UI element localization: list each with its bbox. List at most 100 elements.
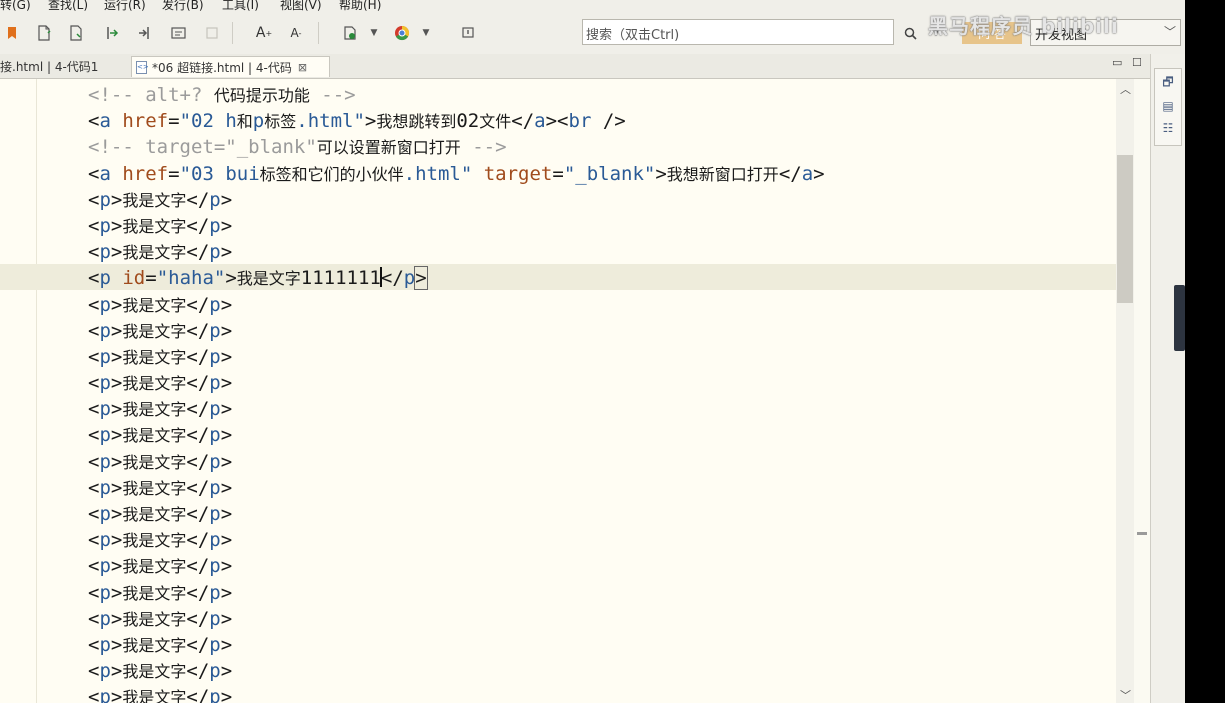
code-line[interactable]: <p>我是文字</p> xyxy=(88,658,825,684)
code-token: 我是文字 xyxy=(122,478,187,498)
code-token: > xyxy=(220,476,233,499)
code-token: < xyxy=(88,660,100,683)
code-token: > xyxy=(220,372,233,395)
menu-find[interactable]: 查找(L) xyxy=(48,0,88,13)
code-token: 我是文字 xyxy=(122,505,187,524)
code-line[interactable]: <p>我是文字</p> xyxy=(88,527,825,553)
window-edge-handle[interactable] xyxy=(1174,285,1185,351)
code-token: > xyxy=(220,581,233,604)
code-line[interactable]: <p id="haha">我是文字1111111</p> xyxy=(88,265,825,291)
chevron-down-icon[interactable]: ▼ xyxy=(364,23,384,43)
ruler-mark[interactable] xyxy=(1137,532,1147,535)
search-icon[interactable] xyxy=(900,23,920,43)
font-increase-icon[interactable]: A + xyxy=(254,23,274,43)
code-token: 文件 xyxy=(479,112,512,132)
bookmark-icon[interactable] xyxy=(2,23,22,43)
code-token: > xyxy=(110,241,123,264)
code-token: p xyxy=(209,372,221,395)
printer-icon[interactable]: ▤ xyxy=(1161,99,1175,113)
code-line[interactable]: <p>我是文字</p> xyxy=(88,292,825,318)
info-icon[interactable] xyxy=(458,23,478,43)
code-line[interactable]: <p>我是文字</p> xyxy=(88,449,825,475)
code-token: > xyxy=(110,319,123,342)
code-token: > xyxy=(110,503,123,525)
code-line[interactable]: <p>我是文字</p> xyxy=(88,501,825,527)
code-line[interactable]: <p>我是文字</p> xyxy=(88,422,825,448)
code-line[interactable]: <p>我是文字</p> xyxy=(88,475,825,501)
code-line[interactable]: <p>我是文字</p> xyxy=(88,606,825,632)
font-decrease-icon[interactable]: A- xyxy=(286,23,306,43)
code-token: p xyxy=(209,660,221,683)
code-line[interactable]: <p>我是文字</p> xyxy=(88,370,825,396)
scroll-up-icon[interactable]: ︿ xyxy=(1120,81,1131,97)
tab-inactive[interactable]: 接.html | 4-代码1 xyxy=(0,56,128,77)
code-token: > xyxy=(110,188,123,211)
code-token: p xyxy=(209,214,221,237)
code-token: </ xyxy=(186,345,210,368)
code-token: < xyxy=(88,319,100,342)
menu-tools[interactable]: 工具(I) xyxy=(222,0,259,13)
menu-view[interactable]: 视图(V) xyxy=(280,0,322,13)
code-line[interactable]: <p>我是文字</p> xyxy=(88,632,825,658)
vertical-scrollbar[interactable]: ︿ ﹀ xyxy=(1116,79,1134,703)
chevron-down-icon[interactable]: ▼ xyxy=(416,23,436,43)
code-token: p xyxy=(209,503,221,525)
right-side-panel: 🗗 ▤ ☷ xyxy=(1150,54,1185,703)
tab-active[interactable]: <> *06 超链接.html | 4-代码 ⊠ xyxy=(131,56,330,77)
search-input[interactable]: 搜索（双击Ctrl) xyxy=(582,19,894,45)
code-token: >< xyxy=(545,110,569,133)
code-line[interactable]: <p>我是文字</p> xyxy=(88,318,825,344)
outline-icon[interactable]: ☷ xyxy=(1161,121,1175,135)
code-token: </ xyxy=(186,555,210,578)
code-token: p xyxy=(99,660,111,683)
code-line[interactable]: <p>我是文字</p> xyxy=(88,553,825,579)
menu-goto[interactable]: 转(G) xyxy=(0,0,31,13)
restore-icon[interactable]: 🗗 xyxy=(1161,75,1175,89)
close-icon[interactable]: ⊠ xyxy=(298,61,307,74)
code-line[interactable]: <a href="02 h和p标签.html">我想跳转到02文件</a><br… xyxy=(88,108,825,134)
code-token: > xyxy=(220,450,233,473)
step-icon[interactable] xyxy=(102,23,122,43)
code-token: p xyxy=(99,529,111,552)
code-token: br xyxy=(568,110,603,133)
minimize-icon[interactable]: ▭ xyxy=(1112,56,1122,69)
run-icon[interactable] xyxy=(340,23,360,43)
save-icon[interactable] xyxy=(66,23,86,43)
code-token: p xyxy=(99,319,111,342)
maximize-icon[interactable]: ☐ xyxy=(1132,56,1142,69)
code-line[interactable]: <a href="03 bui标签和它们的小伙伴.html" target="_… xyxy=(88,161,825,187)
tab-bar: 接.html | 4-代码1 <> *06 超链接.html | 4-代码 ⊠ xyxy=(0,54,1150,79)
code-token: </ xyxy=(186,214,210,237)
code-token: target xyxy=(483,162,553,185)
code-token: > xyxy=(220,529,233,552)
code-line[interactable]: <p>我是文字</p> xyxy=(88,580,825,606)
code-line[interactable]: <p>我是文字</p> xyxy=(88,396,825,422)
code-line[interactable]: <p>我是文字</p> xyxy=(88,344,825,370)
code-line[interactable]: <p>我是文字</p> xyxy=(88,213,825,239)
browser-icon[interactable] xyxy=(392,23,412,43)
code-token: 我是文字 xyxy=(122,243,187,263)
code-token: p xyxy=(99,293,111,316)
folder-icon[interactable] xyxy=(168,23,188,43)
code-line[interactable]: <!-- alt+? 代码提示功能 --> xyxy=(88,82,825,108)
scroll-thumb[interactable] xyxy=(1117,155,1133,303)
code-line[interactable]: <p>我是文字</p> xyxy=(88,187,825,213)
code-line[interactable]: <p>我是文字</p> xyxy=(88,684,825,703)
menu-run[interactable]: 运行(R) xyxy=(104,0,146,13)
code-token: < xyxy=(88,450,100,473)
code-editor[interactable]: <!-- alt+? 代码提示功能 --> <a href="02 h和p标签.h… xyxy=(0,79,1150,703)
menu-help[interactable]: 帮助(H) xyxy=(339,0,381,13)
menu-publish[interactable]: 发行(B) xyxy=(162,0,204,13)
code-token: < xyxy=(88,372,100,395)
scroll-down-icon[interactable]: ﹀ xyxy=(1120,687,1131,703)
code-token: > xyxy=(110,555,123,578)
tab-label: *06 超链接.html | 4-代码 xyxy=(152,60,292,75)
overview-ruler xyxy=(1134,79,1150,703)
step-into-icon[interactable] xyxy=(134,23,154,43)
code-line[interactable]: <!-- target="_blank"可以设置新窗口打开 --> xyxy=(88,134,825,160)
code-token: p xyxy=(99,241,111,264)
new-file-icon[interactable] xyxy=(34,23,54,43)
code-token: </ xyxy=(380,267,404,290)
code-token: p xyxy=(99,581,111,604)
code-line[interactable]: <p>我是文字</p> xyxy=(88,239,825,265)
